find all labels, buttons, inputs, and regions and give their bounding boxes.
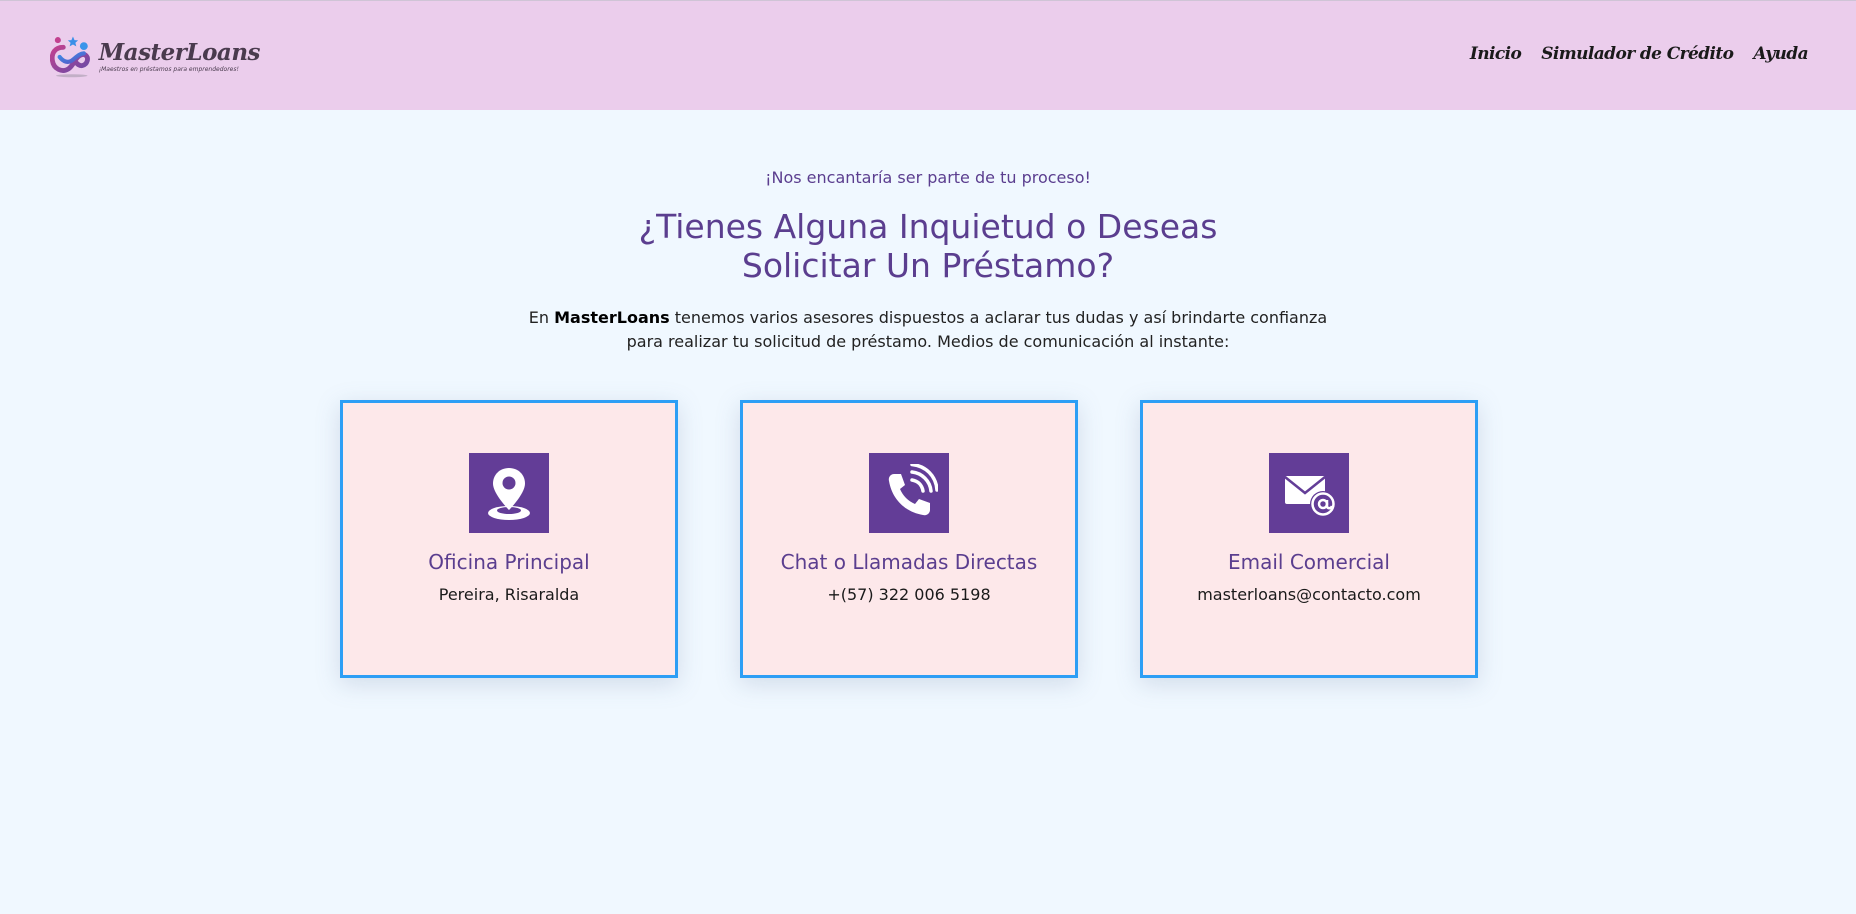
card-title: Chat o Llamadas Directas	[780, 550, 1038, 574]
card-oficina-principal: Oficina Principal Pereira, Risaralda	[340, 400, 678, 678]
section-title-line-1: ¿Tienes Alguna Inquietud o Deseas	[638, 207, 1218, 246]
card-title: Email Comercial	[1228, 550, 1390, 574]
card-text: +(57) 322 006 5198	[827, 585, 991, 604]
card-chat-llamadas: Chat o Llamadas Directas +(57) 322 006 5…	[740, 400, 1078, 678]
brand-name: MasterLoans	[98, 38, 261, 66]
card-title: Oficina Principal	[428, 550, 590, 574]
email-at-icon	[1269, 453, 1349, 533]
masterloans-logo-icon	[50, 36, 90, 78]
section-intro: En MasterLoans tenemos varios asesores d…	[528, 306, 1328, 354]
card-email-comercial: Email Comercial masterloans@contacto.com	[1140, 400, 1478, 678]
nav-inicio[interactable]: Inicio	[1470, 44, 1522, 64]
contact-cards: Oficina Principal Pereira, Risaralda Cha…	[340, 400, 1478, 678]
section-title-line-2: Solicitar Un Préstamo?	[741, 246, 1115, 285]
nav-ayuda[interactable]: Ayuda	[1753, 44, 1808, 64]
intro-brand: MasterLoans	[554, 308, 670, 327]
main-nav: Inicio Simulador de Crédito Ayuda	[1470, 44, 1809, 64]
nav-simulador-credito[interactable]: Simulador de Crédito	[1541, 44, 1734, 64]
card-text: Pereira, Risaralda	[438, 585, 580, 604]
intro-prefix: En	[528, 308, 555, 327]
brand-tagline: ¡Maestros en préstamos para emprendedore…	[98, 65, 239, 73]
section-eyebrow: ¡Nos encantaría ser parte de tu proceso!	[765, 168, 1091, 187]
site-header: MasterLoans ¡Maestros en préstamos para …	[0, 0, 1856, 110]
phone-call-icon	[869, 453, 949, 533]
location-pin-icon	[469, 453, 549, 533]
card-text: masterloans@contacto.com	[1197, 585, 1421, 604]
logo[interactable]: MasterLoans ¡Maestros en préstamos para …	[50, 21, 261, 93]
section-title: ¿Tienes Alguna Inquietud o Deseas Solici…	[0, 207, 1856, 285]
intro-text: tenemos varios asesores dispuestos a acl…	[626, 308, 1328, 351]
